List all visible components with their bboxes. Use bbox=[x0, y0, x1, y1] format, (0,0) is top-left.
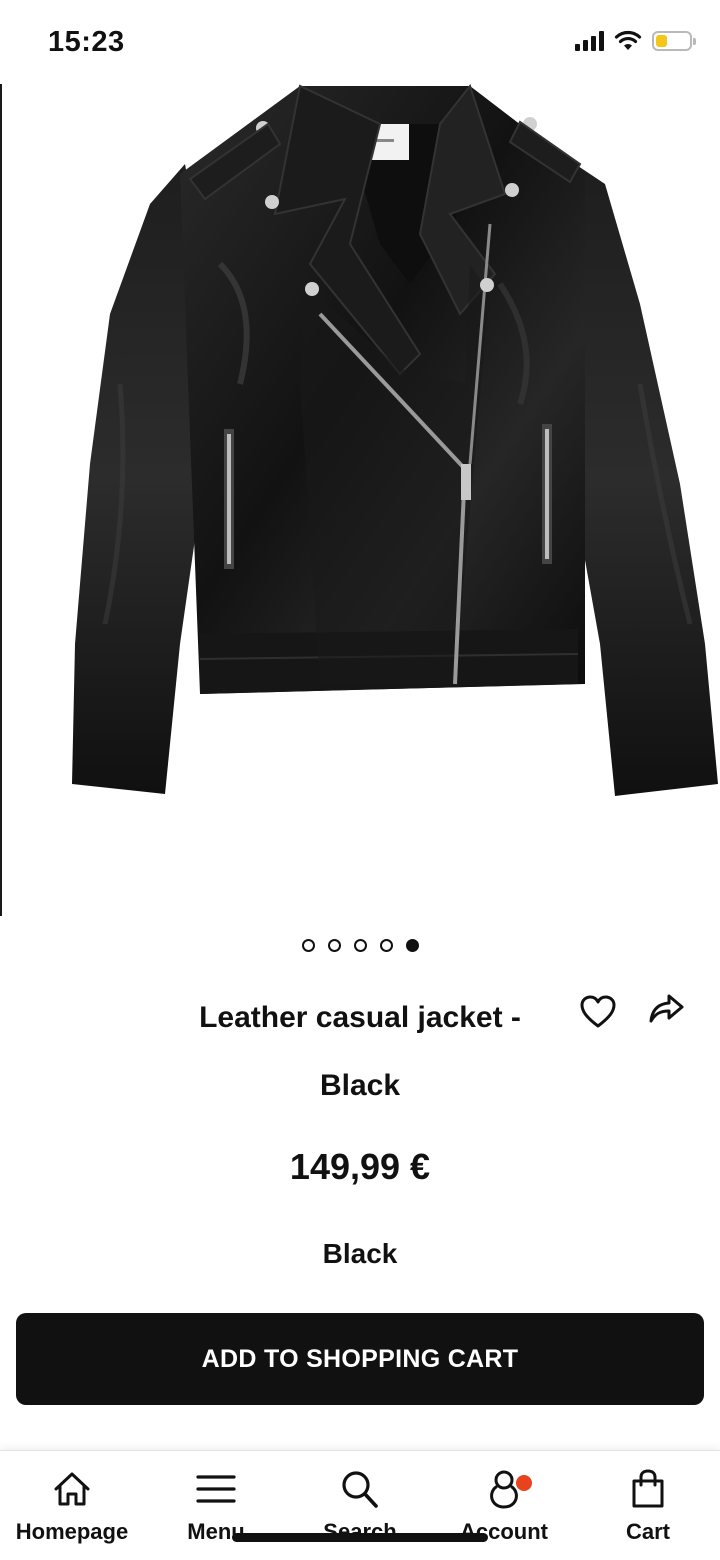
add-to-cart-button[interactable]: ADD TO SHOPPING CART bbox=[16, 1313, 704, 1405]
status-time: 15:23 bbox=[48, 26, 125, 58]
bag-icon bbox=[632, 1469, 664, 1508]
product-title: Leather casual jacket - Black bbox=[199, 1001, 521, 1102]
heart-icon bbox=[580, 995, 616, 1028]
share-icon bbox=[649, 994, 684, 1023]
nav-item-homepage[interactable]: Homepage bbox=[0, 1467, 144, 1545]
product-color: Black bbox=[322, 1238, 398, 1269]
nav-label-cart: Cart bbox=[625, 1519, 670, 1544]
carousel-dots bbox=[0, 939, 720, 952]
menu-icon bbox=[196, 1475, 236, 1503]
battery-level bbox=[656, 35, 667, 47]
carousel-dot[interactable] bbox=[327, 939, 341, 952]
battery-icon bbox=[652, 31, 696, 51]
carousel-dot[interactable] bbox=[405, 939, 419, 952]
notification-dot bbox=[516, 1475, 532, 1491]
home-icon bbox=[54, 1472, 90, 1506]
search-icon bbox=[342, 1471, 378, 1508]
bottom-nav: Homepage Menu Search Account Cart bbox=[0, 1450, 720, 1560]
share-button[interactable] bbox=[646, 988, 686, 1028]
signal-icon bbox=[575, 31, 604, 51]
status-bar: 15:23 bbox=[0, 0, 720, 86]
status-icons bbox=[575, 30, 696, 52]
product-price: 149,99 € bbox=[289, 1146, 431, 1187]
carousel-dot[interactable] bbox=[353, 939, 367, 952]
wifi-icon bbox=[614, 30, 642, 50]
nav-item-cart[interactable]: Cart bbox=[576, 1467, 720, 1545]
home-indicator bbox=[232, 1533, 488, 1542]
leather-jacket-image bbox=[72, 84, 718, 796]
product-image[interactable] bbox=[0, 84, 720, 916]
previous-image-edge bbox=[0, 84, 2, 916]
nav-label-homepage: Homepage bbox=[15, 1519, 129, 1544]
carousel-dot[interactable] bbox=[301, 939, 315, 952]
wishlist-button[interactable] bbox=[578, 992, 618, 1032]
carousel-dot[interactable] bbox=[379, 939, 393, 952]
